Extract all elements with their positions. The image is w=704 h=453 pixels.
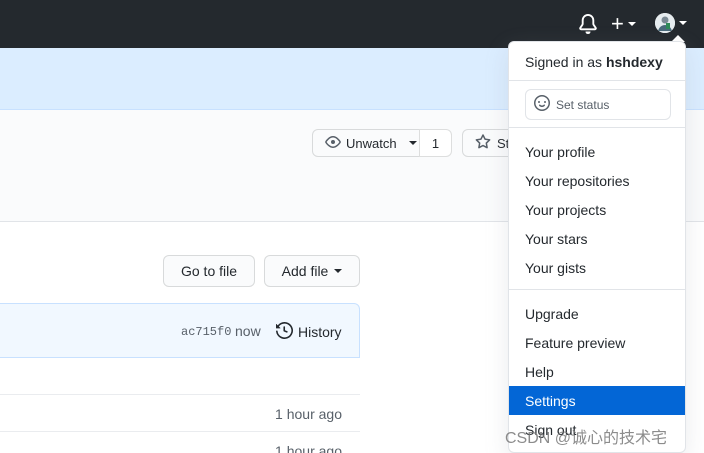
signed-in-header: Signed in as hshdexy bbox=[509, 42, 685, 81]
add-file-button[interactable]: Add file bbox=[264, 255, 360, 287]
smiley-icon bbox=[534, 95, 550, 114]
signed-in-prefix: Signed in as bbox=[525, 54, 606, 70]
history-label: History bbox=[298, 324, 342, 340]
watermark-text: CSDN @诚心的技术宅 bbox=[505, 430, 668, 447]
file-row-time: 1 hour ago bbox=[275, 406, 342, 422]
create-new-button[interactable]: + bbox=[611, 12, 636, 36]
star-icon bbox=[475, 133, 491, 153]
file-row[interactable]: 1 hour ago bbox=[0, 395, 360, 432]
menu-item-upgrade[interactable]: Upgrade bbox=[509, 299, 685, 328]
set-status-label: Set status bbox=[556, 97, 610, 112]
chevron-down-icon bbox=[627, 22, 636, 26]
menu-item-your-stars[interactable]: Your stars bbox=[509, 224, 685, 253]
user-dropdown-menu: Signed in as hshdexy Set status Your pro… bbox=[508, 41, 686, 453]
plus-icon: + bbox=[611, 11, 624, 36]
menu-item-settings[interactable]: Settings bbox=[509, 386, 685, 415]
set-status-button[interactable]: Set status bbox=[525, 89, 671, 120]
go-to-file-button[interactable]: Go to file bbox=[163, 255, 255, 287]
file-row[interactable]: 1 hour ago bbox=[0, 432, 360, 453]
history-link[interactable]: History bbox=[276, 321, 342, 342]
menu-item-your-profile[interactable]: Your profile bbox=[509, 137, 685, 166]
chevron-down-icon bbox=[679, 21, 687, 25]
file-row-time: 1 hour ago bbox=[275, 443, 342, 453]
history-icon bbox=[276, 321, 294, 342]
file-row[interactable] bbox=[0, 358, 360, 395]
menu-item-help[interactable]: Help bbox=[509, 357, 685, 386]
menu-item-feature-preview[interactable]: Feature preview bbox=[509, 328, 685, 357]
menu-divider bbox=[509, 127, 685, 128]
menu-item-your-gists[interactable]: Your gists bbox=[509, 253, 685, 282]
unwatch-button[interactable]: Unwatch bbox=[312, 129, 420, 157]
user-menu-button[interactable] bbox=[655, 13, 687, 33]
watchers-count[interactable]: 1 bbox=[419, 129, 452, 157]
menu-item-your-projects[interactable]: Your projects bbox=[509, 195, 685, 224]
chevron-down-icon bbox=[334, 269, 343, 273]
eye-icon bbox=[325, 134, 341, 153]
menu-item-your-repositories[interactable]: Your repositories bbox=[509, 166, 685, 195]
unwatch-label: Unwatch bbox=[346, 135, 397, 151]
bell-icon[interactable] bbox=[578, 14, 598, 34]
avatar bbox=[655, 13, 675, 33]
commit-sha[interactable]: ac715f0 bbox=[181, 325, 231, 339]
commit-time: now bbox=[235, 323, 261, 339]
signed-in-username: hshdexy bbox=[605, 54, 663, 70]
chevron-down-icon bbox=[408, 141, 417, 145]
menu-divider bbox=[509, 289, 685, 290]
add-file-label: Add file bbox=[281, 263, 329, 279]
